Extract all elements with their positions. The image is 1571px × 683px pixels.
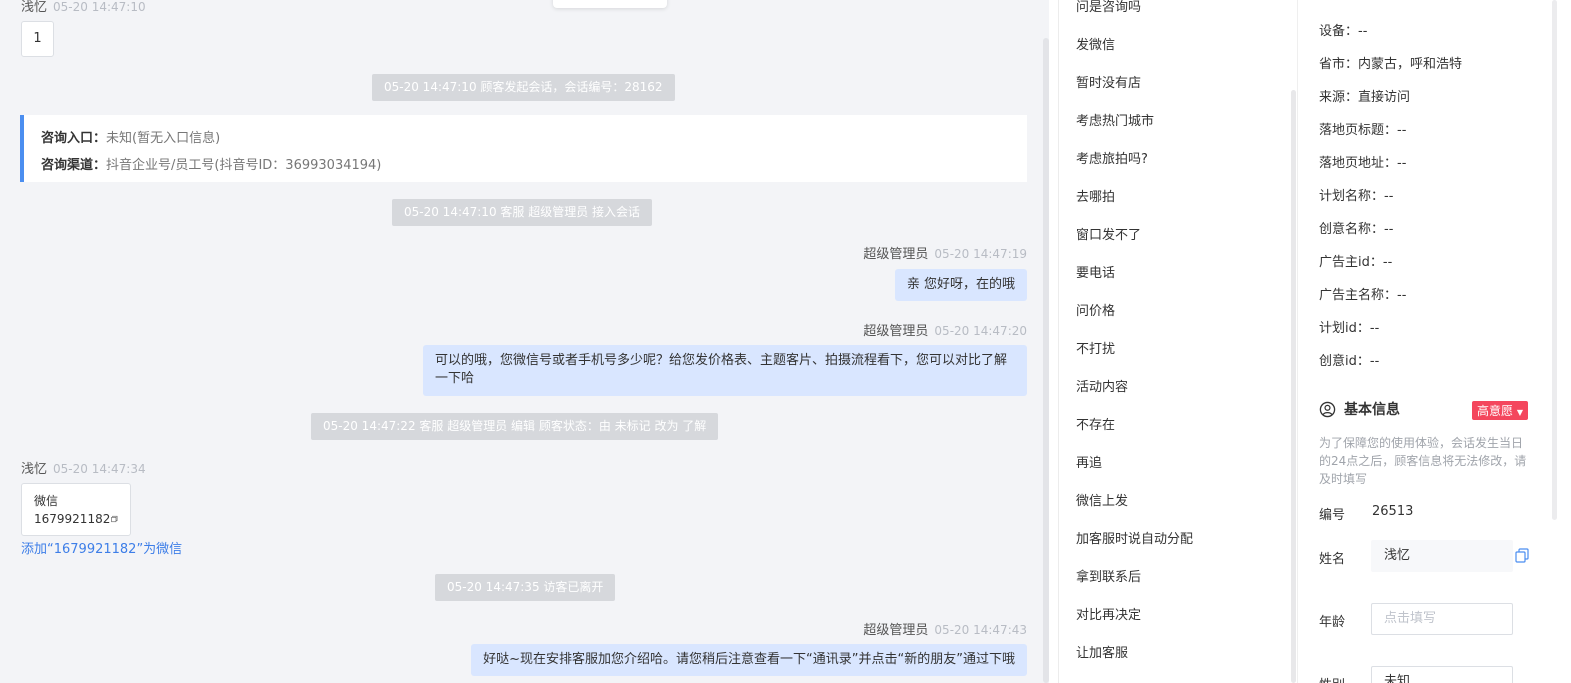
message-time: 05-20 14:47:10 bbox=[53, 0, 146, 14]
visitor-message: 1 bbox=[21, 21, 54, 57]
field-advertiser-name: 广告主名称：-- bbox=[1319, 288, 1407, 303]
system-message: 05-20 14:47:22 客服 超级管理员 编辑 顾客状态：由 未标记 改为… bbox=[311, 413, 719, 440]
agent-message: 可以的哦，您微信号或者手机号多少呢？给您发价格表、主题客片、拍摄流程看下，您可以… bbox=[423, 345, 1027, 396]
quick-reply-item[interactable]: 考虑热门城市 bbox=[1076, 110, 1154, 129]
quick-reply-list: 问是咨询吗 发微信 暂时没有店 考虑热门城市 考虑旅拍吗? 去哪拍 窗口发不了 … bbox=[1058, 0, 1296, 683]
field-landing-title: 落地页标题：-- bbox=[1319, 123, 1407, 138]
message-time: 05-20 14:47:20 bbox=[934, 324, 1027, 338]
popup-tip bbox=[553, 0, 667, 8]
name-field[interactable]: 浅忆 bbox=[1371, 540, 1513, 572]
message-meta: 浅忆 05-20 14:47:34 bbox=[21, 458, 146, 477]
quick-reply-scrollbar[interactable] bbox=[1291, 90, 1296, 683]
quick-reply-item[interactable]: 再追 bbox=[1076, 452, 1102, 471]
quick-reply-item[interactable]: 活动内容 bbox=[1076, 376, 1128, 395]
quick-reply-item[interactable]: 暂时没有店 bbox=[1076, 72, 1141, 91]
quick-reply-item[interactable]: 去哪拍 bbox=[1076, 186, 1115, 205]
quick-reply-item[interactable]: 窗口发不了 bbox=[1076, 224, 1141, 243]
id-value: 26513 bbox=[1372, 504, 1414, 519]
wechat-card[interactable]: 微信 1679921182 bbox=[21, 483, 131, 536]
field-plan-id: 计划id：-- bbox=[1319, 321, 1380, 336]
name-label: 姓名 bbox=[1319, 552, 1346, 567]
quick-reply-item[interactable]: 要电话 bbox=[1076, 262, 1115, 281]
age-label: 年龄 bbox=[1319, 615, 1346, 630]
consult-info-card: 咨询入口：未知(暂无入口信息) 咨询渠道：抖音企业号/员工号(抖音号ID：369… bbox=[20, 115, 1027, 182]
quick-reply-item[interactable]: 加客服时说自动分配 bbox=[1076, 528, 1193, 547]
quick-reply-item[interactable]: 问价格 bbox=[1076, 300, 1115, 319]
intent-badge[interactable]: 高意愿 ▼ bbox=[1472, 401, 1528, 420]
system-message: 05-20 14:47:10 客服 超级管理员 接入会话 bbox=[392, 199, 653, 226]
quick-reply-item[interactable]: 不存在 bbox=[1076, 414, 1115, 433]
field-landing-url: 落地页地址：-- bbox=[1319, 156, 1407, 171]
field-advertiser-id: 广告主id：-- bbox=[1319, 255, 1393, 270]
edit-notice: 为了保障您的使用体验，会话发生当日的24点之后，顾客信息将无法修改，请及时填写 bbox=[1319, 436, 1527, 486]
copy-icon[interactable] bbox=[111, 513, 118, 525]
message-meta: 超级管理员 05-20 14:47:20 bbox=[863, 320, 1027, 339]
field-plan-name: 计划名称：-- bbox=[1319, 189, 1394, 204]
field-creative-id: 创意id：-- bbox=[1319, 354, 1380, 369]
wechat-card-value: 1679921182 bbox=[34, 512, 111, 526]
user-circle-icon bbox=[1319, 401, 1336, 417]
basic-info-title: 基本信息 bbox=[1319, 399, 1400, 419]
quick-reply-item[interactable]: 微信上发 bbox=[1076, 490, 1128, 509]
quick-reply-item[interactable]: 发微信 bbox=[1076, 34, 1115, 53]
quick-reply-item[interactable]: 不打扰 bbox=[1076, 338, 1115, 357]
chat-scrollbar[interactable] bbox=[1043, 38, 1049, 683]
message-time: 05-20 14:47:43 bbox=[934, 623, 1027, 637]
message-meta: 超级管理员 05-20 14:47:43 bbox=[863, 619, 1027, 638]
visitor-info-panel: 设备：-- 省市：内蒙古，呼和浩特 来源：直接访问 落地页标题：-- 落地页地址… bbox=[1297, 0, 1571, 683]
chat-pane[interactable]: 浅忆 05-20 14:47:10 1 05-20 14:47:10 顾客发起会话… bbox=[0, 0, 1049, 683]
quick-reply-item[interactable]: 让加客服 bbox=[1076, 642, 1128, 661]
age-field[interactable]: 点击填写 bbox=[1371, 603, 1513, 635]
field-device: 设备：-- bbox=[1319, 24, 1368, 39]
field-region: 省市：内蒙古，呼和浩特 bbox=[1319, 57, 1463, 72]
quick-reply-item[interactable]: … bbox=[1076, 674, 1089, 683]
sender-name: 浅忆 bbox=[21, 462, 48, 477]
message-meta: 浅忆 05-20 14:47:10 bbox=[21, 0, 146, 15]
message-time: 05-20 14:47:19 bbox=[934, 247, 1027, 261]
caret-down-icon: ▼ bbox=[1516, 408, 1523, 417]
gender-label: 性别 bbox=[1319, 674, 1345, 683]
sender-name: 超级管理员 bbox=[863, 623, 929, 638]
consult-channel-row: 咨询渠道：抖音企业号/员工号(抖音号ID：36993034194) bbox=[41, 158, 382, 173]
quick-reply-item[interactable]: 问是咨询吗 bbox=[1076, 0, 1141, 15]
system-message: 05-20 14:47:35 访客已离开 bbox=[435, 574, 616, 601]
system-message: 05-20 14:47:10 顾客发起会话，会话编号：28162 bbox=[372, 74, 675, 101]
copy-icon[interactable] bbox=[1515, 548, 1529, 563]
sender-name: 浅忆 bbox=[21, 0, 48, 15]
quick-reply-item[interactable]: 考虑旅拍吗? bbox=[1076, 148, 1148, 167]
add-wechat-link[interactable]: 添加“1679921182”为微信 bbox=[21, 538, 182, 557]
quick-reply-item[interactable]: 对比再决定 bbox=[1076, 604, 1141, 623]
consult-entry-row: 咨询入口：未知(暂无入口信息) bbox=[41, 131, 221, 146]
agent-message: 亲 您好呀，在的哦 bbox=[894, 269, 1027, 301]
sender-name: 超级管理员 bbox=[863, 324, 929, 339]
field-creative-name: 创意名称：-- bbox=[1319, 222, 1394, 237]
agent-message: 好哒~现在安排客服加您介绍哈。请您稍后注意查看一下“通讯录”并点击“新的朋友”通… bbox=[471, 644, 1027, 676]
id-label: 编号 bbox=[1319, 508, 1346, 523]
gender-select[interactable]: 未知 bbox=[1371, 666, 1513, 683]
quick-reply-item[interactable]: 拿到联系后 bbox=[1076, 566, 1141, 585]
sender-name: 超级管理员 bbox=[863, 247, 929, 262]
wechat-card-title: 微信 bbox=[34, 494, 59, 508]
message-time: 05-20 14:47:34 bbox=[53, 462, 146, 476]
message-meta: 超级管理员 05-20 14:47:19 bbox=[863, 243, 1027, 262]
panel-scrollbar[interactable] bbox=[1552, 0, 1557, 520]
field-source: 来源：直接访问 bbox=[1319, 90, 1411, 105]
